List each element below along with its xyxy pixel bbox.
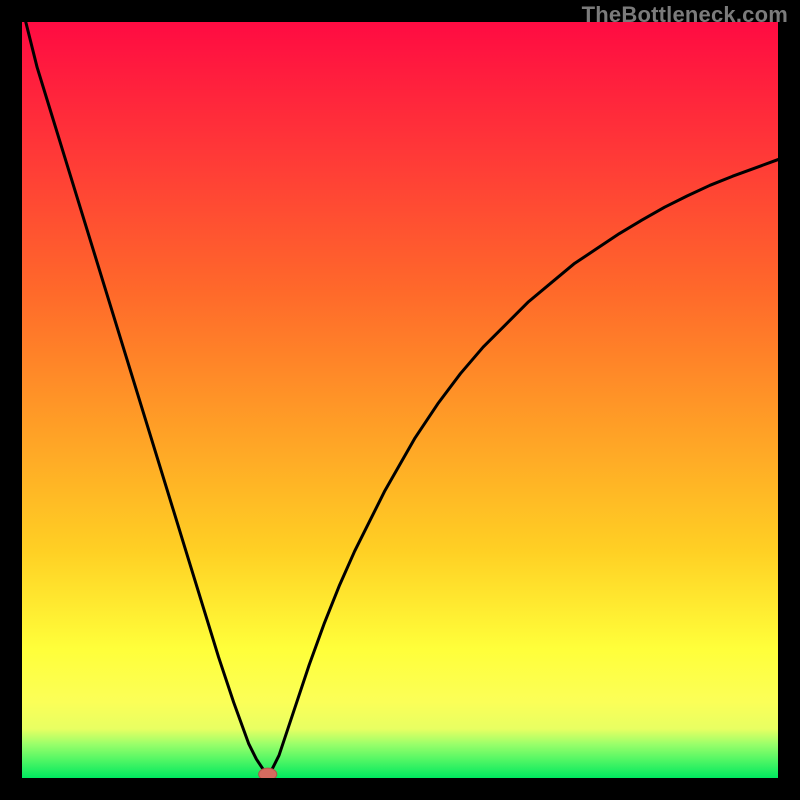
optimal-point-marker (259, 768, 277, 778)
chart-background (22, 22, 778, 778)
bottleneck-chart (22, 22, 778, 778)
plot-area (22, 22, 778, 778)
chart-frame: TheBottleneck.com (0, 0, 800, 800)
